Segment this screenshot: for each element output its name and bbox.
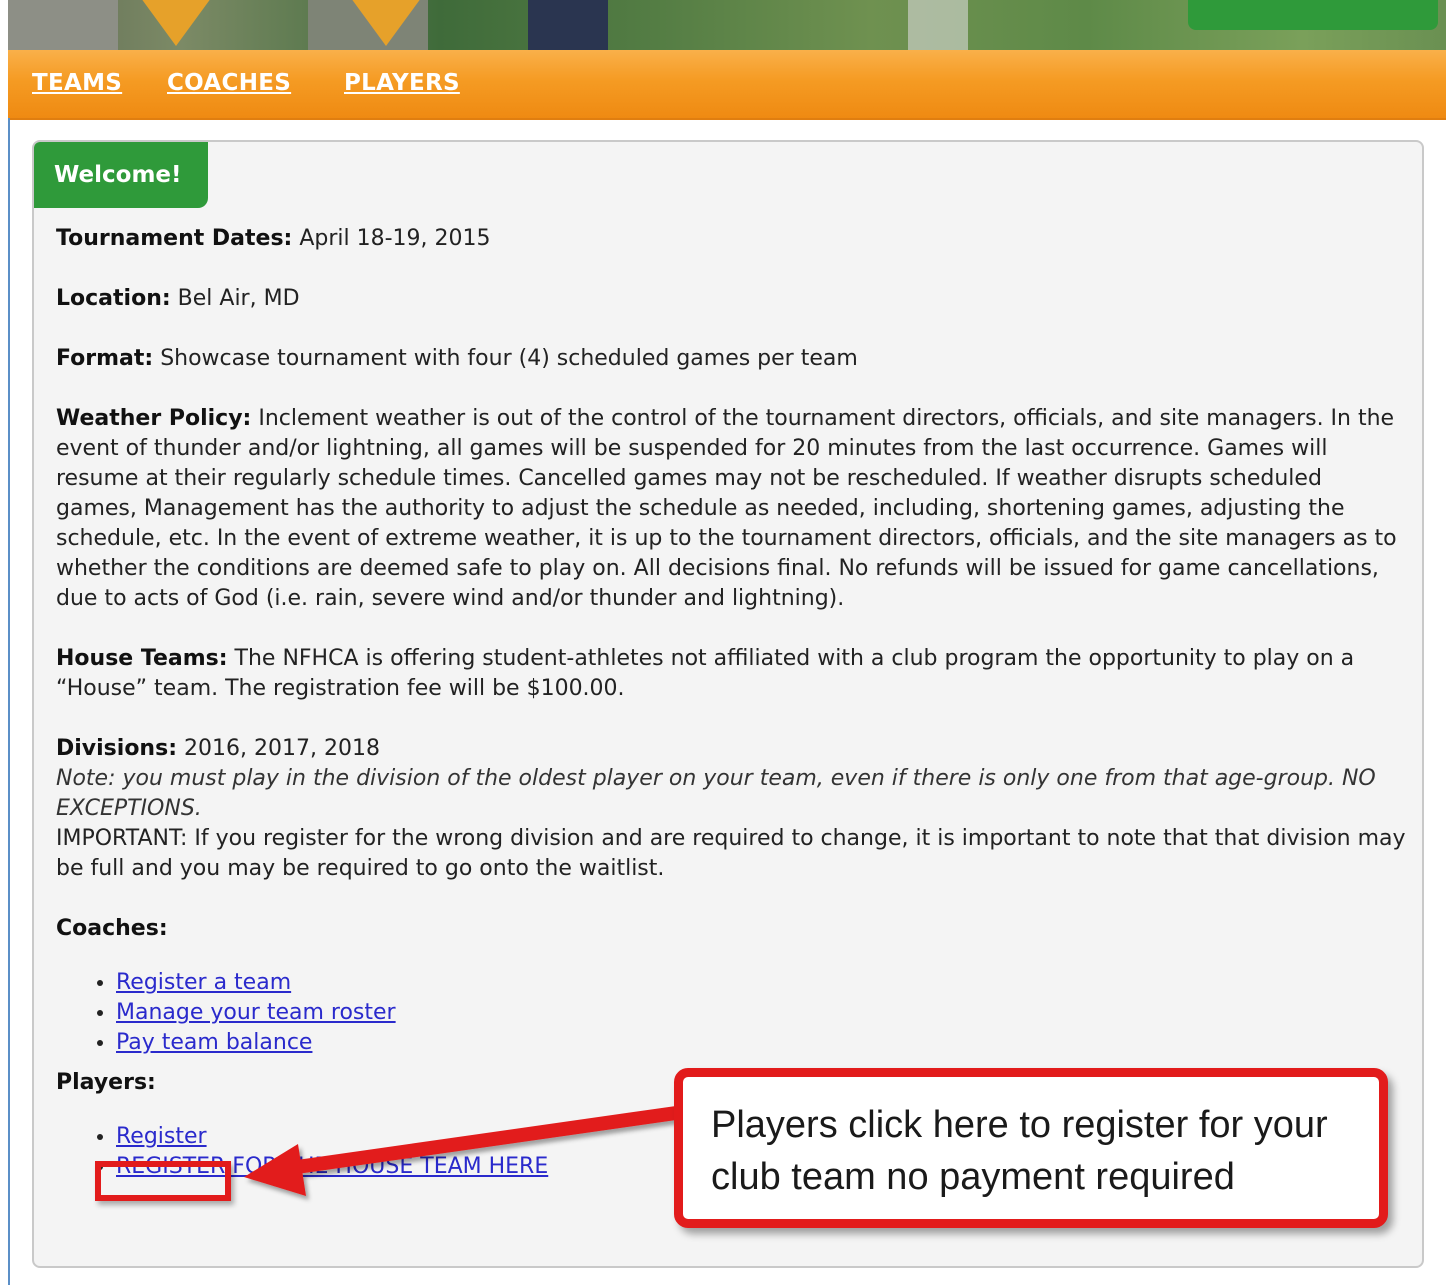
annotation-callout: Players click here to register for your … [674,1068,1388,1228]
callout-text: Players click here to register for your … [711,1104,1328,1198]
register-highlight-box [95,1161,231,1201]
